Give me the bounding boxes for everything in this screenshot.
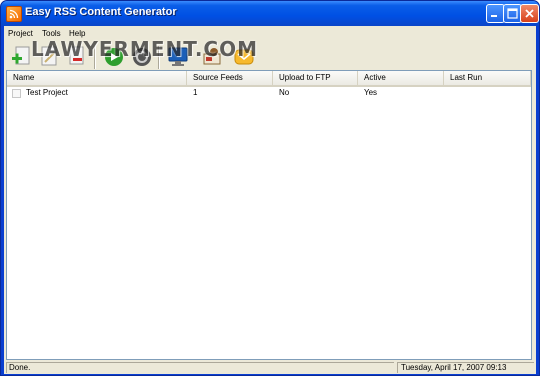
status-bar: Done. Tuesday, April 17, 2007 09:13 [4,360,536,374]
column-source-feeds[interactable]: Source Feeds [187,71,273,85]
column-active[interactable]: Active [358,71,444,85]
rss-app-icon [6,6,22,22]
row-checkbox[interactable] [12,89,21,98]
status-datetime: Tuesday, April 17, 2007 09:13 [397,362,534,373]
close-button[interactable] [520,4,539,23]
table-row[interactable]: Test Project 1 No Yes [7,87,531,101]
list-header: Name Source Feeds Upload to FTP Active L… [7,71,531,87]
menu-project[interactable]: Project [8,29,33,38]
column-last-run[interactable]: Last Run [444,71,531,85]
project-list[interactable]: Name Source Feeds Upload to FTP Active L… [6,70,532,360]
client-area: Project Tools Help Name Source Feeds Upl… [4,26,536,374]
cell-upload-to-ftp: No [279,88,290,97]
app-window: Easy RSS Content Generator Project Tools… [0,0,540,376]
cell-name: Test Project [26,88,68,97]
status-text: Done. [6,362,394,373]
column-name[interactable]: Name [7,71,187,85]
cell-source-feeds: 1 [193,88,198,97]
window-title: Easy RSS Content Generator [25,6,177,18]
watermark: LAWYERMENT.COM [31,37,259,61]
cell-active: Yes [364,88,378,97]
title-bar[interactable]: Easy RSS Content Generator [1,1,539,26]
column-upload-to-ftp[interactable]: Upload to FTP [273,71,358,85]
